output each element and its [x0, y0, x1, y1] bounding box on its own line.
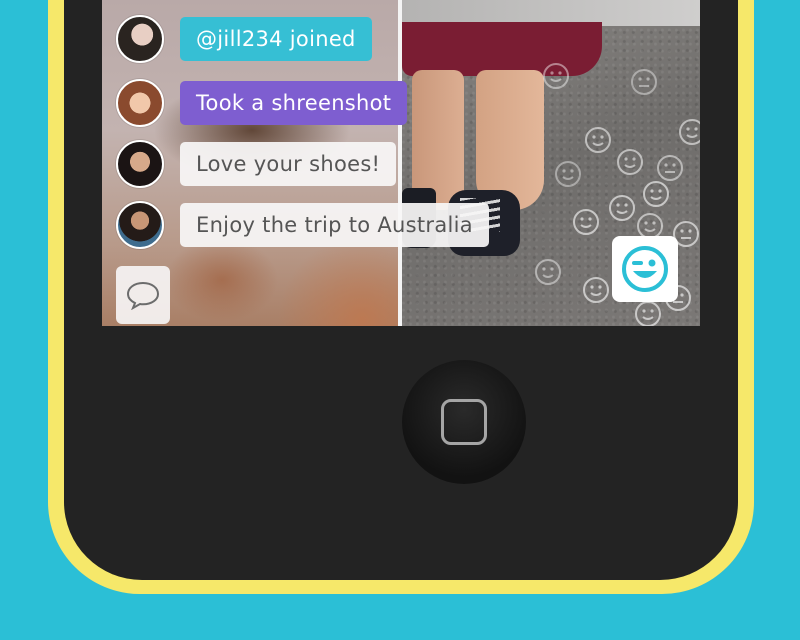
speech-bubble-icon: [126, 281, 160, 310]
chat-bubble-screenshot: Took a shreenshot: [180, 81, 408, 125]
floating-smiley-icon: [535, 259, 561, 285]
avatar[interactable]: [116, 15, 164, 63]
floating-smiley-icon: [573, 209, 599, 235]
chat-bubble-message: Enjoy the trip to Australia: [180, 203, 489, 247]
phone-frame: @jill234 joined Took a shreenshot Love y…: [48, 0, 754, 594]
chat-message-row: @jill234 joined: [116, 14, 372, 64]
avatar[interactable]: [116, 79, 164, 127]
floating-smiley-icon: [643, 181, 669, 207]
floating-smiley-icon: [679, 119, 700, 145]
winking-smiley-icon: [622, 246, 668, 292]
floating-smiley-icon: [635, 301, 661, 326]
chat-button[interactable]: [116, 266, 170, 324]
floating-smiley-icon: [631, 69, 657, 95]
floating-smiley-icon: [609, 195, 635, 221]
chat-message-row: Took a shreenshot: [116, 78, 408, 128]
floating-smiley-icon: [617, 149, 643, 175]
home-square-icon: [441, 399, 487, 445]
phone-body: @jill234 joined Took a shreenshot Love y…: [64, 0, 738, 580]
floating-smiley-icon: [657, 155, 683, 181]
video-skirt: [402, 22, 602, 76]
floating-smiley-icon: [555, 161, 581, 187]
video-screen: @jill234 joined Took a shreenshot Love y…: [102, 0, 700, 326]
chat-bubble-joined: @jill234 joined: [180, 17, 372, 61]
avatar[interactable]: [116, 140, 164, 188]
floating-smiley-icon: [585, 127, 611, 153]
emoji-button[interactable]: [612, 236, 678, 302]
chat-message-row: Enjoy the trip to Australia: [116, 200, 489, 250]
home-button[interactable]: [402, 360, 526, 484]
chat-message-row: Love your shoes!: [116, 139, 397, 189]
floating-smiley-icon: [543, 63, 569, 89]
avatar[interactable]: [116, 201, 164, 249]
floating-smiley-icon: [583, 277, 609, 303]
chat-bubble-message: Love your shoes!: [180, 142, 397, 186]
video-leg-right: [476, 70, 544, 210]
